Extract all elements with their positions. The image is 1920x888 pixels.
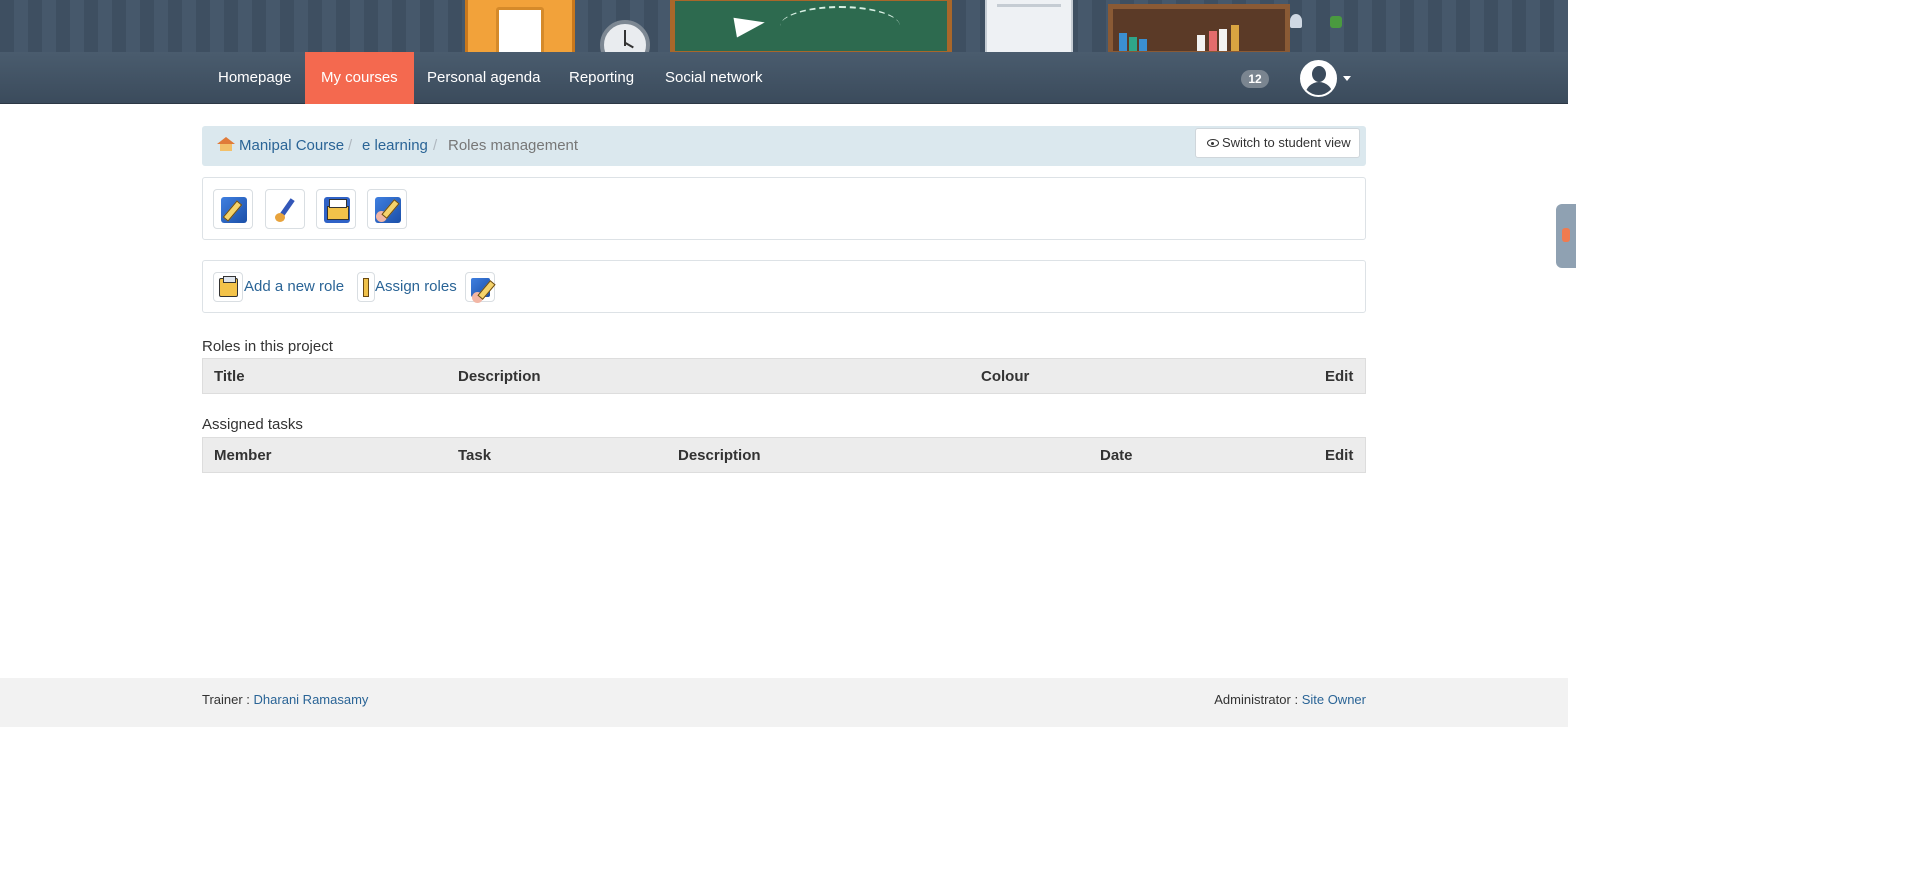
add-role-label: Add a new role bbox=[244, 278, 345, 295]
tool-icons-panel bbox=[202, 177, 1366, 240]
nav-reporting[interactable]: Reporting bbox=[553, 52, 650, 104]
user-edit-icon bbox=[375, 197, 401, 223]
column-header-colour[interactable]: Colour bbox=[981, 368, 1029, 385]
roles-table-header: Title Description Colour Edit bbox=[202, 358, 1366, 394]
brush-tool-button[interactable] bbox=[265, 189, 305, 229]
chalkboard-illustration bbox=[670, 0, 952, 52]
administrator-label: Administrator : bbox=[1214, 692, 1299, 707]
switch-to-student-view-button[interactable]: Switch to student view bbox=[1195, 128, 1360, 158]
footer-administrator: Administrator : Site Owner bbox=[1214, 692, 1366, 707]
column-header-description[interactable]: Description bbox=[458, 368, 541, 385]
pencil-icon bbox=[357, 272, 375, 302]
breadcrumb-separator: / bbox=[348, 137, 353, 154]
figurine-illustration bbox=[1290, 14, 1302, 28]
assign-roles-label: Assign roles bbox=[375, 278, 457, 295]
column-header-task[interactable]: Task bbox=[458, 447, 491, 464]
door-illustration bbox=[465, 0, 575, 52]
user-avatar[interactable] bbox=[1300, 60, 1337, 97]
breadcrumb: Manipal Course / e learning / Roles mana… bbox=[202, 126, 1366, 166]
role-actions-panel: Add a new role Assign roles bbox=[202, 260, 1366, 313]
add-role-link[interactable]: Add a new role bbox=[213, 272, 345, 302]
column-header-date[interactable]: Date bbox=[1100, 447, 1133, 464]
footer: Trainer : Dharani Ramasamy Administrator… bbox=[0, 678, 1568, 727]
trainer-link[interactable]: Dharani Ramasamy bbox=[254, 692, 369, 707]
header-banner bbox=[0, 0, 1568, 52]
user-edit-tool-button[interactable] bbox=[367, 189, 407, 229]
nav-my-courses[interactable]: My courses bbox=[305, 52, 414, 104]
user-silhouette-icon bbox=[1312, 66, 1326, 82]
main-navbar: Homepage My courses Personal agenda Repo… bbox=[0, 52, 1568, 104]
nav-social-network[interactable]: Social network bbox=[649, 52, 779, 104]
user-edit-icon bbox=[465, 272, 495, 303]
edit-icon bbox=[221, 197, 247, 223]
bookshelf-illustration bbox=[1108, 4, 1290, 52]
nav-homepage[interactable]: Homepage bbox=[202, 52, 307, 104]
tasks-table-header: Member Task Description Date Edit bbox=[202, 437, 1366, 473]
cabinet-illustration bbox=[985, 0, 1073, 52]
add-role-icon bbox=[213, 272, 243, 302]
tasks-section-title: Assigned tasks bbox=[202, 416, 303, 433]
breadcrumb-course-link[interactable]: Manipal Course bbox=[239, 137, 344, 154]
column-header-edit[interactable]: Edit bbox=[1325, 447, 1353, 464]
roles-section-title: Roles in this project bbox=[202, 338, 333, 355]
plant-illustration bbox=[1330, 16, 1342, 28]
chevron-down-icon[interactable] bbox=[1343, 76, 1351, 81]
clock-illustration bbox=[600, 20, 650, 52]
column-header-member[interactable]: Member bbox=[214, 447, 272, 464]
trainer-label: Trainer : bbox=[202, 692, 250, 707]
footer-trainer: Trainer : Dharani Ramasamy bbox=[202, 692, 368, 707]
home-icon[interactable] bbox=[217, 137, 235, 151]
nav-personal-agenda[interactable]: Personal agenda bbox=[411, 52, 556, 104]
column-header-description[interactable]: Description bbox=[678, 447, 761, 464]
side-panel-tab[interactable] bbox=[1556, 204, 1576, 268]
breadcrumb-separator: / bbox=[433, 137, 438, 154]
typewriter-tool-button[interactable] bbox=[316, 189, 356, 229]
breadcrumb-elearning-link[interactable]: e learning bbox=[362, 137, 428, 154]
switch-view-label: Switch to student view bbox=[1222, 135, 1351, 150]
assign-user-edit-button[interactable] bbox=[465, 272, 495, 303]
brush-icon bbox=[273, 197, 299, 223]
administrator-link[interactable]: Site Owner bbox=[1302, 692, 1366, 707]
column-header-edit[interactable]: Edit bbox=[1325, 368, 1353, 385]
column-header-title[interactable]: Title bbox=[214, 368, 245, 385]
breadcrumb-current: Roles management bbox=[448, 137, 579, 154]
eye-icon bbox=[1207, 139, 1219, 147]
edit-tool-button[interactable] bbox=[213, 189, 253, 229]
notification-badge[interactable]: 12 bbox=[1241, 70, 1269, 88]
assign-roles-link[interactable]: Assign roles bbox=[357, 272, 457, 302]
typewriter-icon bbox=[324, 197, 350, 223]
